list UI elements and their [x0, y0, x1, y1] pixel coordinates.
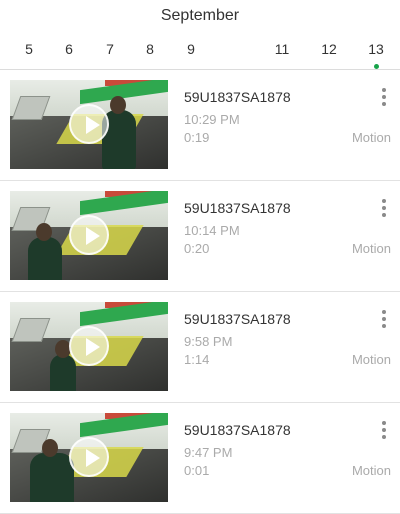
day-5[interactable]: 5: [13, 34, 45, 64]
more-vertical-icon[interactable]: [380, 199, 388, 217]
event-duration: 0:01: [184, 463, 210, 478]
day-13-label: 13: [368, 41, 384, 57]
day-6[interactable]: 6: [53, 34, 85, 64]
event-list: 59U1837SA1878 10:29 PM 0:19 Motion 59U18…: [0, 70, 400, 514]
play-icon[interactable]: [69, 437, 109, 477]
event-type: Motion: [351, 130, 391, 145]
day-9[interactable]: 9: [175, 34, 207, 64]
calendar-header: September 5 6 7 8 9 10 11 12 13: [0, 0, 400, 70]
day-8[interactable]: 8: [134, 34, 166, 64]
camera-name: 59U1837SA1878: [184, 422, 291, 438]
more-vertical-icon[interactable]: [380, 421, 388, 439]
event-time: 9:58 PM: [184, 334, 233, 349]
day-10-selected[interactable]: 10: [218, 34, 250, 64]
event-time: 9:47 PM: [184, 445, 233, 460]
camera-name: 59U1837SA1878: [184, 89, 291, 105]
day-13[interactable]: 13: [360, 34, 392, 69]
day-11[interactable]: 11: [266, 34, 298, 64]
more-vertical-icon[interactable]: [380, 88, 388, 106]
day-12[interactable]: 12: [313, 34, 345, 64]
event-row[interactable]: 59U1837SA1878 10:29 PM 0:19 Motion: [0, 70, 400, 181]
event-time: 10:29 PM: [184, 112, 240, 127]
event-duration: 0:19: [184, 130, 210, 145]
event-type: Motion: [351, 241, 391, 256]
event-thumbnail[interactable]: [10, 302, 168, 391]
event-row[interactable]: 59U1837SA1878 10:14 PM 0:20 Motion: [0, 181, 400, 292]
day-7[interactable]: 7: [94, 34, 126, 64]
day-strip: 5 6 7 8 9 10 11 12 13: [0, 34, 400, 69]
event-type: Motion: [351, 352, 391, 367]
month-title: September: [160, 7, 240, 24]
event-duration: 1:14: [184, 352, 210, 367]
event-thumbnail[interactable]: [10, 80, 168, 169]
event-duration: 0:20: [184, 241, 210, 256]
camera-name: 59U1837SA1878: [184, 311, 291, 327]
play-icon[interactable]: [69, 215, 109, 255]
more-vertical-icon[interactable]: [380, 310, 388, 328]
play-icon[interactable]: [69, 326, 109, 366]
camera-name: 59U1837SA1878: [184, 200, 291, 216]
event-type: Motion: [351, 463, 391, 478]
event-thumbnail[interactable]: [10, 191, 168, 280]
event-thumbnail[interactable]: [10, 413, 168, 502]
event-row[interactable]: 59U1837SA1878 9:58 PM 1:14 Motion: [0, 292, 400, 403]
event-time: 10:14 PM: [184, 223, 240, 238]
event-row[interactable]: 59U1837SA1878 9:47 PM 0:01 Motion: [0, 403, 400, 514]
play-icon[interactable]: [69, 104, 109, 144]
